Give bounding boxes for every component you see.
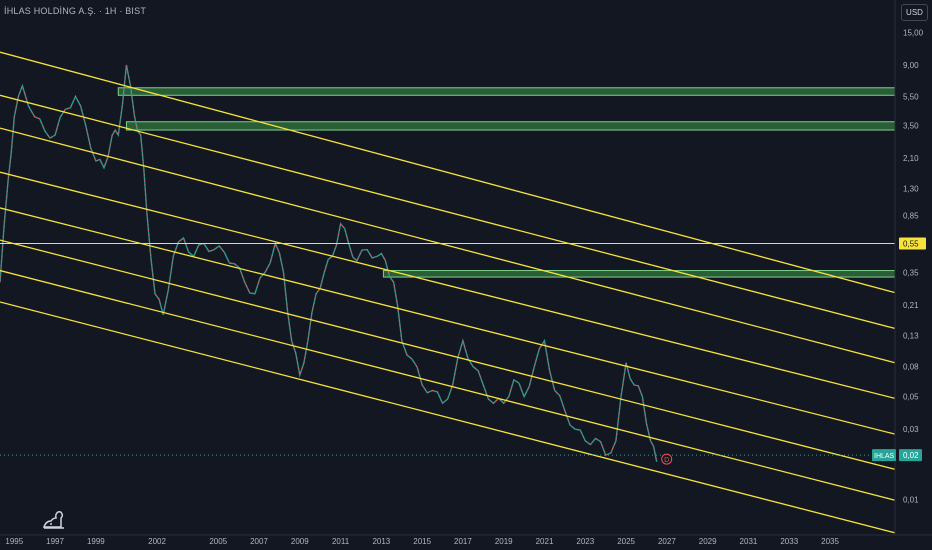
- price-tick-label: 0,21: [903, 301, 919, 310]
- year-tick-label: 2011: [332, 537, 350, 546]
- price-tick-label: 9,00: [903, 61, 919, 70]
- price-tick-label: 0,01: [903, 495, 919, 504]
- year-tick-label: 2035: [821, 537, 839, 546]
- year-tick-label: 2019: [495, 537, 513, 546]
- resistance-zone-3: [382, 270, 895, 278]
- time-axis[interactable]: 1995 1997 1999 2002 2005 2007 2009 2011 2013 2015…: [0, 534, 932, 546]
- trend-channel-line-2: [0, 94, 895, 330]
- price-tick-label: 0,05: [903, 393, 919, 402]
- year-tick-label: 2027: [658, 537, 676, 546]
- plot-area: D: [0, 51, 895, 534]
- year-tick-label: 2013: [372, 537, 390, 546]
- price-tick-label: 3,50: [903, 121, 919, 130]
- year-tick-label: 1999: [87, 537, 105, 546]
- year-tick-label: 2007: [250, 537, 268, 546]
- price-tick-label: 2,10: [903, 154, 919, 163]
- symbol-badge-label: IHLAS: [874, 453, 895, 460]
- last-price-badge-label: 0,02: [903, 451, 919, 460]
- price-tick-label: 0,85: [903, 212, 919, 221]
- resistance-zone-1: [117, 87, 895, 96]
- year-tick-label: 2015: [413, 537, 431, 546]
- year-tick-label: 2017: [454, 537, 472, 546]
- level-price-badge-label: 0,55: [903, 239, 919, 248]
- year-tick-label: 1995: [5, 537, 23, 546]
- price-tick-label: 0,35: [903, 268, 919, 277]
- year-tick-label: 2023: [576, 537, 594, 546]
- trend-channel-line-3: [0, 127, 895, 364]
- trend-channel-line-8: [0, 301, 895, 534]
- price-tick-label: 0,13: [903, 332, 919, 341]
- price-axis[interactable]: 15,00 9,00 5,50 3,50 2,10 1,30 0,85 0,35 0,21 0,1…: [872, 0, 926, 535]
- currency-button[interactable]: USD: [901, 4, 928, 21]
- year-tick-label: 2025: [617, 537, 635, 546]
- plot-layer: [0, 51, 895, 534]
- price-tick-label: 5,50: [903, 92, 919, 101]
- year-tick-label: 2009: [291, 537, 309, 546]
- price-tick-label: 0,08: [903, 363, 919, 372]
- tradingview-logo-icon: [42, 511, 64, 529]
- year-tick-label: 2005: [209, 537, 227, 546]
- resistance-zone-2: [125, 121, 895, 131]
- year-tick-label: 2033: [780, 537, 798, 546]
- year-tick-label: 2021: [536, 537, 554, 546]
- year-tick-label: 2031: [740, 537, 758, 546]
- dividend-marker-label: D: [664, 457, 669, 464]
- price-tick-label: 0,03: [903, 425, 919, 434]
- year-tick-label: 2029: [699, 537, 717, 546]
- price-tick-label: 1,30: [903, 185, 919, 194]
- year-tick-label: 2002: [148, 537, 166, 546]
- price-chart[interactable]: D 15,00 9,00 5,50 3,50 2,10 1,30 0,85 0,35 0,21 0…: [0, 0, 932, 550]
- chart-title: İHLAS HOLDİNG A.Ş. · 1H · BIST: [4, 6, 147, 16]
- price-tick-label: 15,00: [903, 28, 924, 37]
- trend-channel-line-7: [0, 269, 895, 501]
- trend-channel-line-4: [0, 171, 895, 400]
- year-tick-label: 1997: [46, 537, 64, 546]
